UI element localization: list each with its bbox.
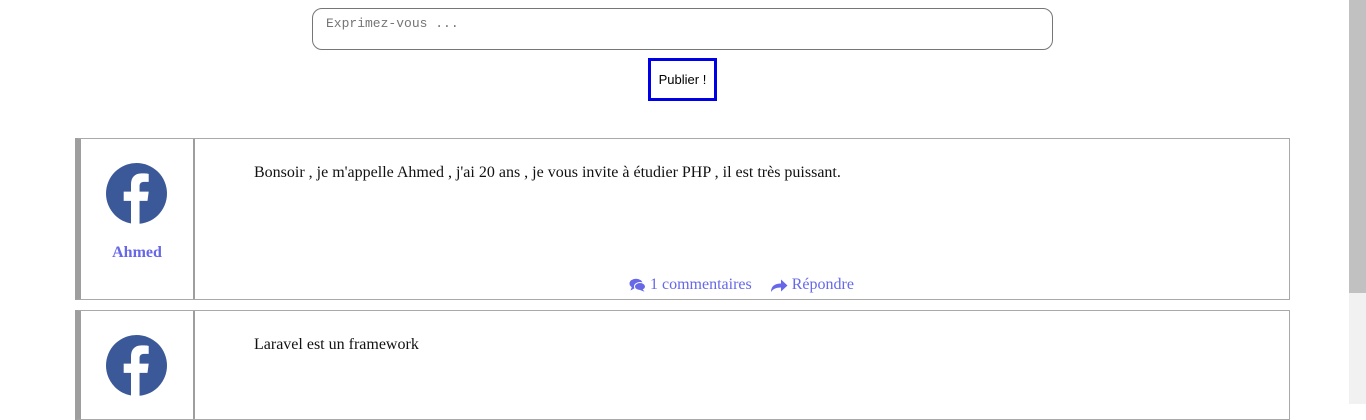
reply-label: Répondre	[791, 276, 854, 293]
post-author-column	[81, 311, 195, 419]
comments-link[interactable]: 1 commentaires	[629, 276, 752, 294]
post-actions: 1 commentaires Répondre	[629, 276, 854, 294]
publish-button[interactable]: Publier !	[648, 58, 717, 101]
reply-link[interactable]: Répondre	[770, 276, 854, 294]
post-author-column: Ahmed	[81, 139, 195, 299]
facebook-icon	[106, 163, 167, 224]
comments-icon	[629, 278, 646, 292]
vertical-scrollbar[interactable]	[1349, 0, 1366, 404]
author-name[interactable]: Ahmed	[81, 244, 193, 262]
post-input[interactable]	[312, 8, 1053, 50]
comments-count: 1 commentaires	[650, 276, 752, 293]
post-text: Laravel est un framework	[254, 336, 419, 353]
scrollbar-thumb[interactable]	[1349, 0, 1366, 293]
post-card: Ahmed Bonsoir , je m'appelle Ahmed , j'a…	[75, 138, 1290, 300]
facebook-icon	[106, 335, 167, 396]
reply-arrow-icon	[770, 279, 788, 292]
post-text: Bonsoir , je m'appelle Ahmed , j'ai 20 a…	[254, 164, 841, 181]
